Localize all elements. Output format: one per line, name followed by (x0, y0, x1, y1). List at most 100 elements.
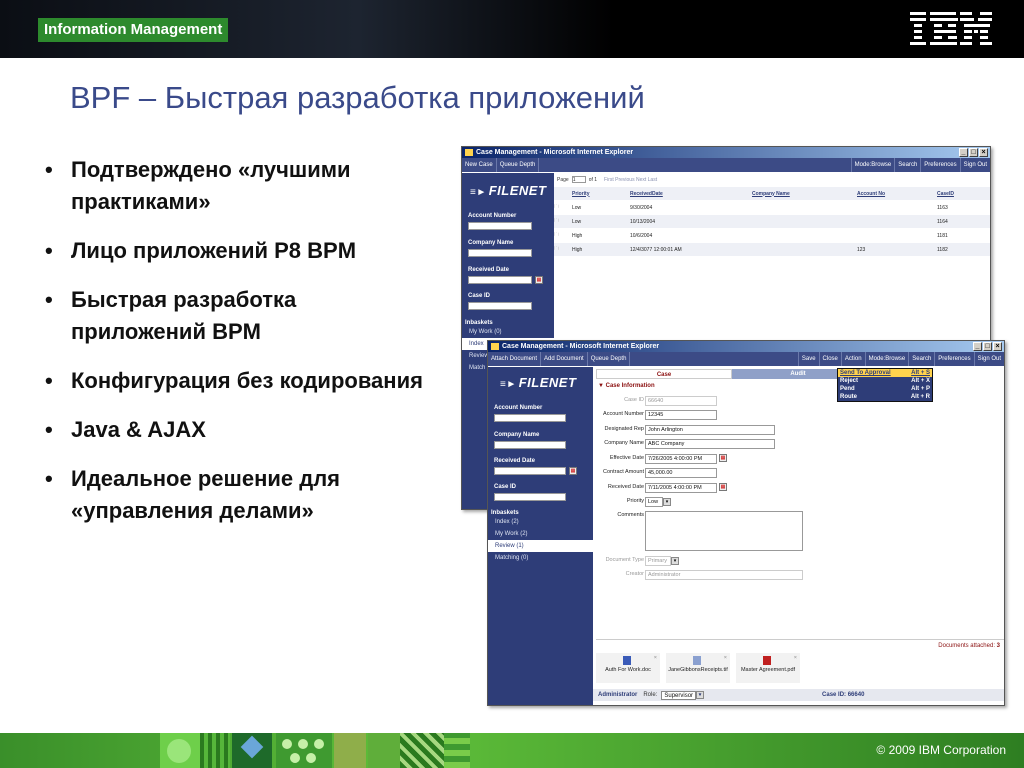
queue-depth-button[interactable]: Queue Depth (497, 158, 540, 172)
folder-icon: 🗀 (554, 245, 560, 252)
folder-icon: 🗀 (554, 203, 560, 210)
folder-icon: 🗀 (554, 217, 560, 224)
field-label: Company Name (494, 432, 540, 438)
chevron-down-icon[interactable]: ▾ (663, 498, 671, 506)
column-header[interactable]: Priority (572, 191, 630, 197)
mode-browse-button[interactable]: Mode:Browse (864, 352, 909, 366)
footer-bar: © 2009 IBM Corporation (0, 733, 1024, 768)
company-name-field[interactable]: ABC Company (645, 439, 775, 449)
case-id-input[interactable] (468, 302, 532, 310)
field-label: Case ID (468, 293, 491, 299)
document-item[interactable]: × Auth For Work.doc (596, 653, 660, 683)
maximize-icon[interactable]: □ (969, 148, 978, 157)
page-input[interactable]: 1 (571, 176, 586, 183)
search-button[interactable]: Search (908, 352, 934, 366)
tab-case[interactable]: Case (596, 369, 732, 379)
sign-out-button[interactable]: Sign Out (973, 352, 1004, 366)
company-name-input[interactable] (468, 249, 532, 257)
calendar-icon[interactable]: ▦ (569, 467, 577, 475)
close-icon[interactable]: × (979, 148, 988, 157)
document-item[interactable]: × JaneGibbonsReceipts.tif (666, 653, 730, 683)
close-icon[interactable]: × (654, 655, 657, 661)
priority-select[interactable]: Low (645, 497, 663, 507)
field-label: Received Date (494, 458, 536, 464)
document-type-select: Primary (645, 556, 671, 566)
user-name: Administrator (598, 692, 638, 698)
minimize-icon[interactable]: _ (959, 148, 968, 157)
case-id-input[interactable] (494, 493, 566, 501)
sign-out-button[interactable]: Sign Out (959, 158, 990, 172)
inbasket-item[interactable]: Index (2) (488, 516, 593, 528)
inbasket-item[interactable]: My Work (2) (488, 528, 593, 540)
close-icon[interactable]: × (794, 655, 797, 661)
slide-title: BPF – Быстрая разработка приложений (70, 80, 645, 115)
column-header[interactable]: Account No (857, 191, 937, 197)
menu-item-pend[interactable]: Pend Alt + P (838, 385, 932, 393)
back-window-titlebar[interactable]: Case Management - Microsoft Internet Exp… (462, 147, 990, 158)
inbasket-item[interactable]: Matching (0) (488, 552, 593, 564)
column-header[interactable]: CaseID (937, 191, 990, 197)
designated-rep-field[interactable]: John Arlington (645, 425, 775, 435)
front-inbaskets: Inbaskets Index (2) My Work (2) Review (… (488, 510, 593, 564)
menu-item-send-to-approval[interactable]: Send To Approval Alt + S (838, 369, 932, 377)
menu-item-reject[interactable]: Reject Alt + X (838, 377, 932, 385)
pager: Page 1 of 1 First Previous Next Last (557, 176, 657, 183)
table-row[interactable]: 🗀 High 10/6/2004 1181 (554, 229, 990, 243)
close-button[interactable]: Close (818, 352, 841, 366)
action-menu: Send To Approval Alt + S Reject Alt + X Pe… (837, 368, 933, 402)
field-label: Account Number (468, 213, 517, 219)
account-number-input[interactable] (494, 414, 566, 422)
maximize-icon[interactable]: □ (983, 342, 992, 351)
chevron-down-icon: ▾ (671, 557, 679, 565)
table-row[interactable]: 🗀 Low 9/30/2004 1163 (554, 201, 990, 215)
new-case-button[interactable]: New Case (462, 158, 497, 172)
search-button[interactable]: Search (894, 158, 920, 172)
effective-date-field[interactable]: 7/26/2005 4:00:00 PM (645, 454, 717, 464)
account-number-input[interactable] (468, 222, 532, 230)
received-date-input[interactable] (494, 467, 566, 475)
inbasket-item-selected[interactable]: Review (1) (488, 540, 593, 552)
calendar-icon[interactable]: ▦ (719, 483, 727, 491)
account-number-label: Account Number (603, 411, 644, 417)
section-heading[interactable]: ▼ Case Information (598, 383, 655, 389)
company-name-label: Company Name (604, 440, 644, 446)
comments-textarea[interactable] (645, 511, 803, 551)
close-icon[interactable]: × (724, 655, 727, 661)
preferences-button[interactable]: Preferences (920, 158, 959, 172)
calendar-icon[interactable]: ▦ (719, 454, 727, 462)
menu-item-route[interactable]: Route Alt + R (838, 393, 932, 401)
table-row[interactable]: 🗀 High 12/4/3077 12:00:01 AM 123 1182 (554, 243, 990, 257)
column-header[interactable]: ReceivedDate (630, 191, 752, 197)
pager-nav[interactable]: First Previous Next Last (604, 177, 657, 183)
close-icon[interactable]: × (993, 342, 1002, 351)
add-document-button[interactable]: Add Document (541, 352, 588, 366)
ie-icon (491, 343, 499, 350)
minimize-icon[interactable]: _ (973, 342, 982, 351)
effective-date-label: Effective Date (609, 455, 644, 461)
column-header[interactable]: Company Name (752, 191, 857, 197)
save-button[interactable]: Save (797, 352, 819, 366)
document-item[interactable]: × Master Agreement.pdf (736, 653, 800, 683)
preferences-button[interactable]: Preferences (934, 352, 973, 366)
status-case-id: Case ID: 66640 (822, 692, 865, 698)
contract-amount-field[interactable]: 45,000.00 (645, 468, 717, 478)
back-toolbar: New Case Queue Depth Mode:Browse Search … (462, 158, 990, 172)
received-date-field[interactable]: 7/11/2005 4:00:00 PM (645, 483, 717, 493)
inbasket-item[interactable]: My Work (0) (462, 326, 554, 338)
case-grid: Priority ReceivedDate Company Name Accou… (554, 187, 990, 257)
company-name-input[interactable] (494, 441, 566, 449)
queue-depth-button[interactable]: Queue Depth (588, 352, 631, 366)
received-date-input[interactable] (468, 276, 532, 284)
calendar-icon[interactable]: ▦ (535, 276, 543, 284)
table-row[interactable]: 🗀 Low 10/13/2004 1164 (554, 215, 990, 229)
front-toolbar: Attach Document Add Document Queue Depth… (488, 352, 1004, 366)
attach-document-button[interactable]: Attach Document (488, 352, 542, 366)
document-list: × Auth For Work.doc × JaneGibbonsReceipts.… (596, 653, 800, 683)
front-window-titlebar[interactable]: Case Management - Microsoft Internet Exp… (488, 341, 1004, 352)
mode-browse-button[interactable]: Mode:Browse (850, 158, 895, 172)
action-button[interactable]: Action (840, 352, 865, 366)
chevron-down-icon[interactable]: ▾ (696, 691, 705, 699)
front-sidebar: ≡► FILENET Account Number Company Name Re… (488, 367, 593, 705)
role-select[interactable]: Supervisor (661, 690, 697, 700)
account-number-field[interactable]: 12345 (645, 410, 717, 420)
